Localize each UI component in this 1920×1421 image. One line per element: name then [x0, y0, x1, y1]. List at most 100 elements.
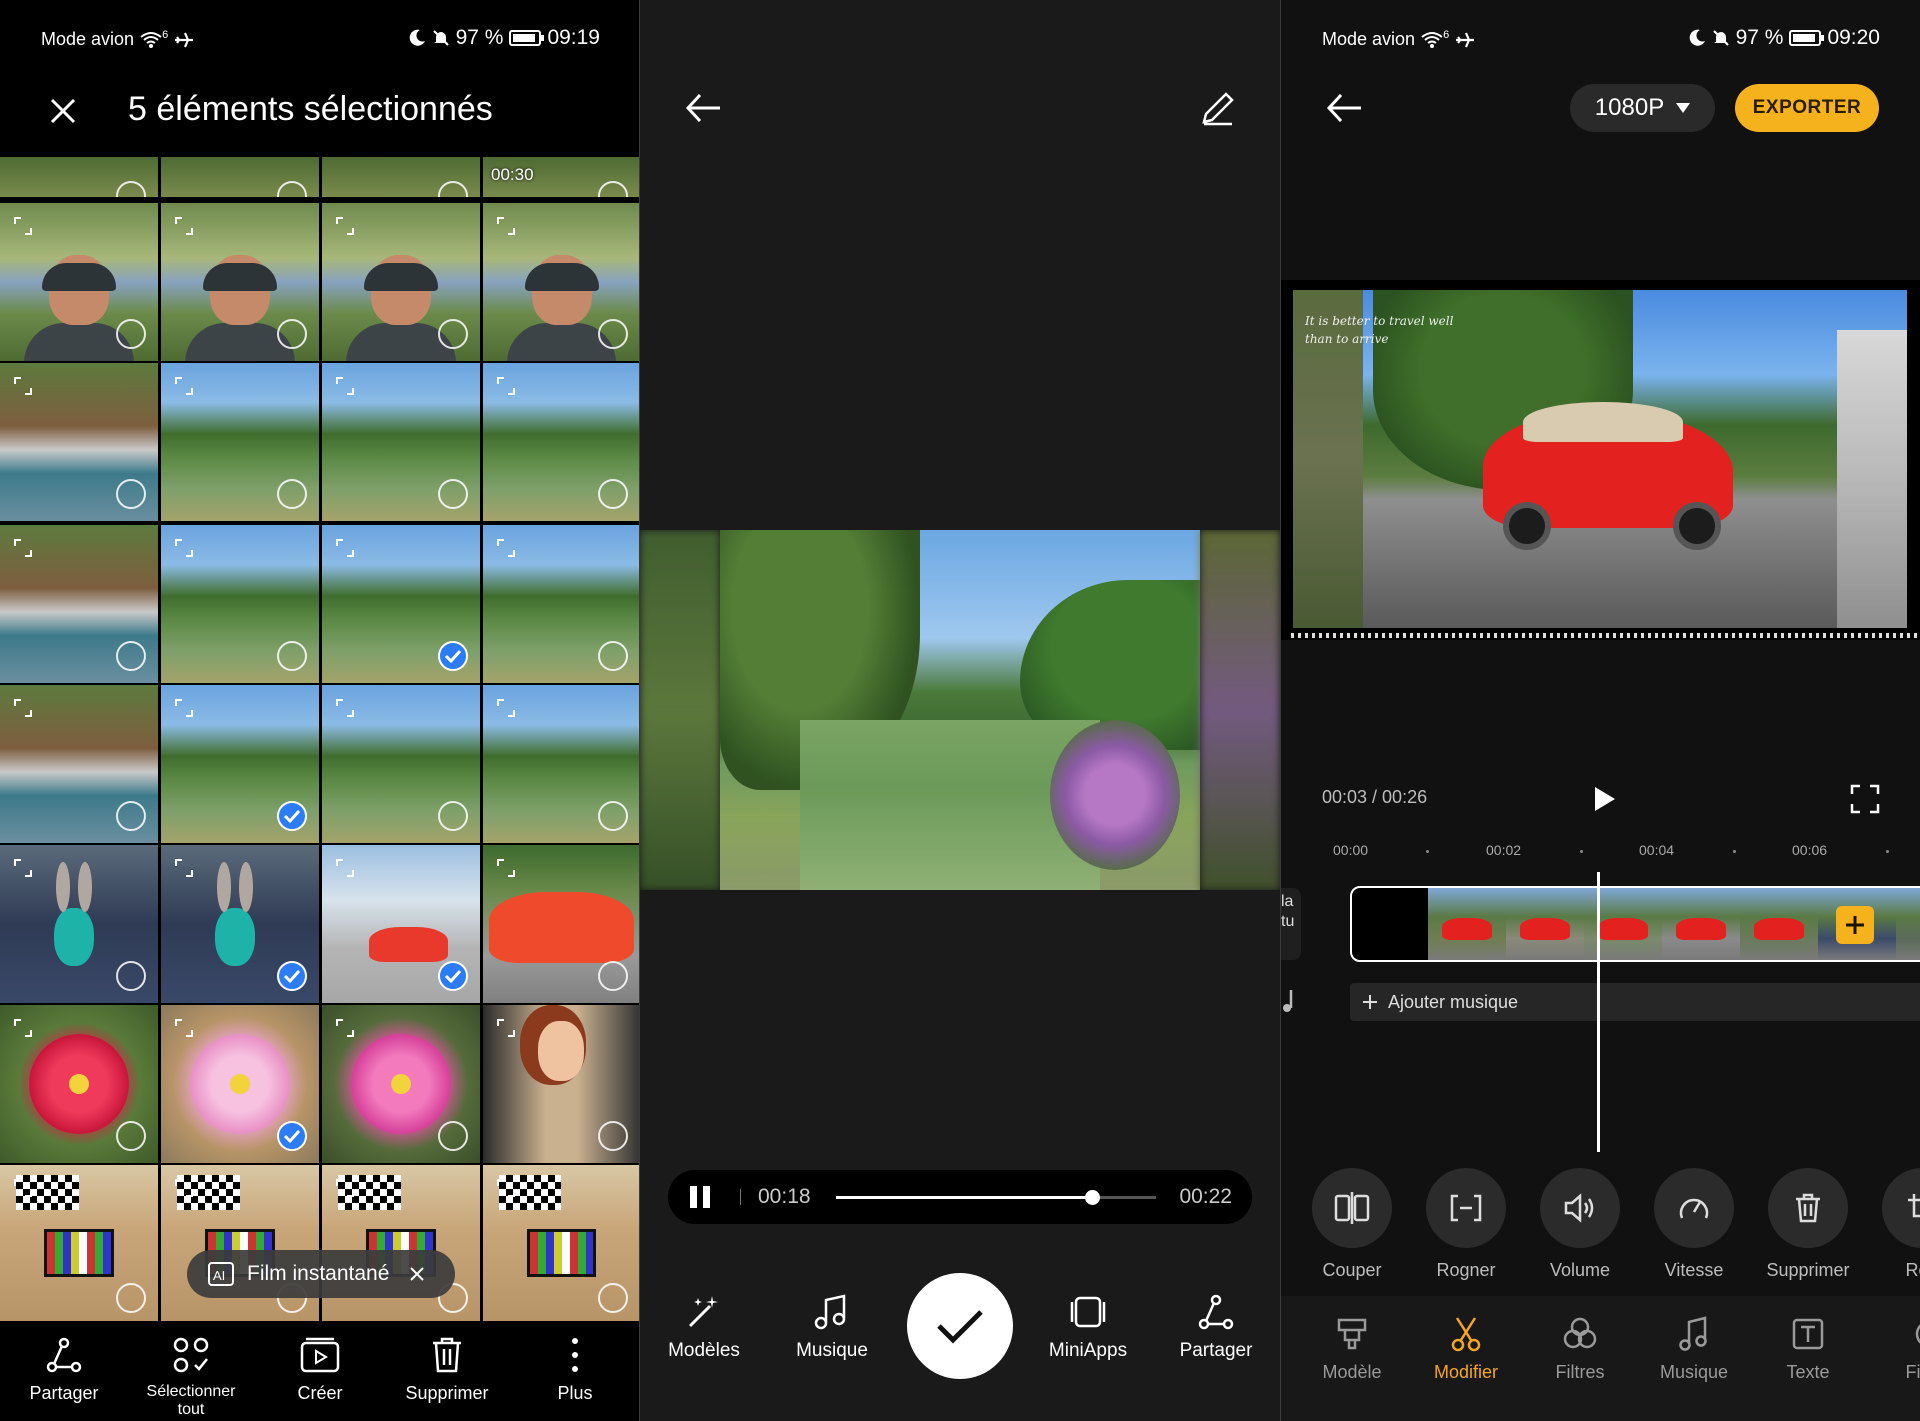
video-preview[interactable] — [640, 530, 1280, 890]
volume-tool[interactable]: Volume — [1525, 1168, 1635, 1281]
photo-thumbnail[interactable] — [161, 157, 319, 197]
photo-thumbnail[interactable] — [483, 203, 640, 361]
photo-thumbnail[interactable] — [483, 845, 640, 1003]
selection-circle[interactable] — [598, 319, 628, 349]
instant-film-chip[interactable]: AI Film instantané — [187, 1250, 455, 1298]
tab-filters[interactable]: Filtres — [1525, 1316, 1635, 1383]
delete-tool[interactable]: Supprimer — [1753, 1168, 1863, 1281]
selection-circle[interactable] — [598, 961, 628, 991]
selected-check-icon[interactable] — [277, 801, 307, 831]
more-button[interactable]: Plus — [511, 1335, 639, 1404]
photo-thumbnail[interactable] — [322, 685, 480, 843]
photo-thumbnail[interactable] — [483, 1005, 640, 1163]
photo-thumbnail[interactable] — [0, 1005, 158, 1163]
photo-thumbnail[interactable] — [322, 1005, 480, 1163]
play-icon[interactable] — [1589, 784, 1619, 814]
selection-circle[interactable] — [277, 641, 307, 671]
photo-thumbnail[interactable] — [0, 203, 158, 361]
photo-thumbnail[interactable] — [161, 685, 319, 843]
photo-thumbnail[interactable] — [0, 685, 158, 843]
delete-button[interactable]: Supprimer — [383, 1335, 511, 1404]
photo-thumbnail[interactable] — [0, 525, 158, 683]
photo-thumbnail[interactable] — [161, 1165, 319, 1325]
fullscreen-icon[interactable] — [1850, 784, 1880, 814]
selected-check-icon[interactable] — [277, 961, 307, 991]
selection-circle[interactable] — [598, 479, 628, 509]
photo-thumbnail[interactable] — [483, 363, 640, 521]
photo-thumbnail[interactable] — [322, 203, 480, 361]
photo-thumbnail[interactable] — [161, 1005, 319, 1163]
selection-circle[interactable] — [438, 801, 468, 831]
split-tool[interactable]: Couper — [1297, 1168, 1407, 1281]
trim-tool[interactable]: Rogner — [1411, 1168, 1521, 1281]
photo-thumbnail[interactable] — [0, 157, 158, 197]
selection-circle[interactable] — [116, 479, 146, 509]
selected-check-icon[interactable] — [438, 641, 468, 671]
back-arrow-icon[interactable] — [1325, 90, 1365, 126]
photo-thumbnail[interactable] — [161, 363, 319, 521]
seek-thumb[interactable] — [1085, 1190, 1100, 1205]
templates-button[interactable]: Modèles — [644, 1292, 764, 1362]
photo-thumbnail[interactable]: 00:30 — [483, 157, 640, 197]
photo-thumbnail[interactable] — [322, 1165, 480, 1325]
close-icon[interactable] — [44, 92, 82, 130]
clip-track[interactable] — [1350, 886, 1920, 962]
share-button[interactable]: Partager — [0, 1335, 128, 1404]
back-arrow-icon[interactable] — [684, 90, 724, 126]
selection-circle[interactable] — [438, 319, 468, 349]
selection-circle[interactable] — [116, 1121, 146, 1151]
tab-template[interactable]: Modèle — [1297, 1316, 1407, 1383]
crop-tool[interactable]: Rog — [1867, 1168, 1920, 1281]
selection-circle[interactable] — [116, 961, 146, 991]
selection-circle[interactable] — [598, 1121, 628, 1151]
photo-thumbnail[interactable] — [161, 845, 319, 1003]
seek-bar[interactable] — [836, 1190, 1156, 1205]
photo-thumbnail[interactable] — [322, 525, 480, 683]
speed-tool[interactable]: Vitesse — [1639, 1168, 1749, 1281]
select-all-button[interactable]: Sélectionner tout — [127, 1335, 255, 1419]
playhead[interactable] — [1597, 872, 1600, 1152]
selection-circle[interactable] — [598, 801, 628, 831]
selection-circle[interactable] — [116, 641, 146, 671]
selection-circle[interactable] — [598, 181, 628, 197]
selected-check-icon[interactable] — [438, 961, 468, 991]
share-film-button[interactable]: Partager — [1156, 1292, 1276, 1362]
selection-circle[interactable] — [116, 319, 146, 349]
resolution-dropdown[interactable]: 1080P — [1570, 84, 1715, 132]
selection-circle[interactable] — [438, 479, 468, 509]
selection-circle[interactable] — [116, 801, 146, 831]
photo-thumbnail[interactable] — [161, 525, 319, 683]
selection-circle[interactable] — [116, 181, 146, 197]
photo-thumbnail[interactable] — [483, 1165, 640, 1325]
selection-circle[interactable] — [277, 319, 307, 349]
add-clip-button[interactable] — [1836, 906, 1874, 944]
photo-thumbnail[interactable] — [0, 363, 158, 521]
selected-check-icon[interactable] — [277, 1121, 307, 1151]
selection-circle[interactable] — [598, 641, 628, 671]
miniapps-button[interactable]: MiniApps — [1028, 1292, 1148, 1362]
photo-thumbnail[interactable] — [322, 845, 480, 1003]
photo-thumbnail[interactable] — [483, 685, 640, 843]
selection-circle[interactable] — [438, 1121, 468, 1151]
photo-thumbnail[interactable] — [0, 1165, 158, 1325]
tab-music[interactable]: Musique — [1639, 1316, 1749, 1383]
selection-circle[interactable] — [438, 181, 468, 197]
add-music-track[interactable]: Ajouter musique — [1350, 983, 1920, 1021]
photo-thumbnail[interactable] — [161, 203, 319, 361]
photo-thumbnail[interactable] — [322, 363, 480, 521]
confirm-button[interactable] — [907, 1273, 1013, 1379]
close-chip-icon[interactable] — [409, 1266, 425, 1282]
selection-circle[interactable] — [277, 479, 307, 509]
tab-text[interactable]: Texte — [1753, 1316, 1863, 1383]
tab-edit[interactable]: Modifier — [1411, 1316, 1521, 1383]
editor-preview[interactable]: It is better to travel well than to arri… — [1281, 280, 1920, 640]
music-button[interactable]: Musique — [772, 1292, 892, 1362]
export-button[interactable]: EXPORTER — [1735, 84, 1879, 132]
selection-circle[interactable] — [277, 181, 307, 197]
photo-thumbnail[interactable] — [322, 157, 480, 197]
selection-circle[interactable] — [598, 1283, 628, 1313]
create-button[interactable]: Créer — [256, 1335, 384, 1404]
tab-watermark[interactable]: Filig — [1867, 1316, 1920, 1383]
photo-thumbnail[interactable] — [0, 845, 158, 1003]
pencil-icon[interactable] — [1200, 90, 1236, 126]
